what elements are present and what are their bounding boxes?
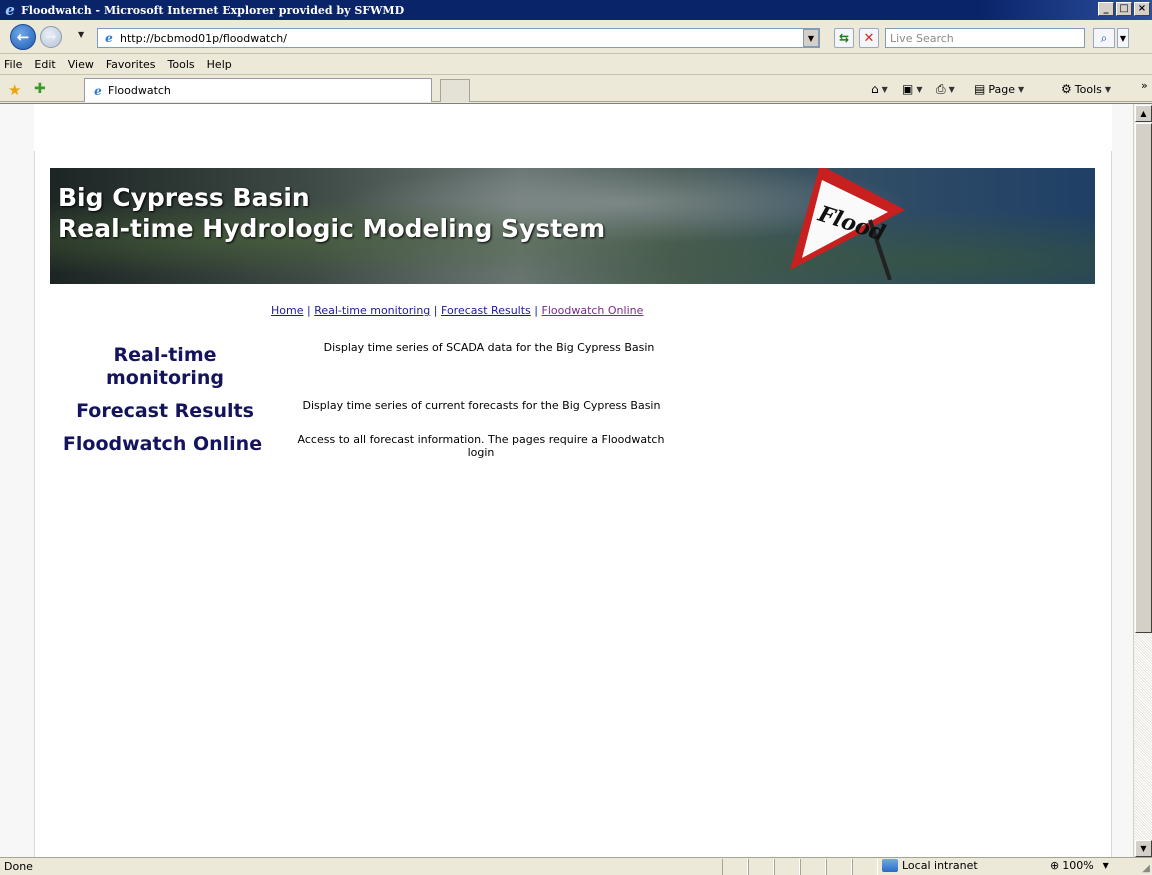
- chevron-down-icon: ▼: [1017, 84, 1025, 94]
- address-field[interactable]: e http://bcbmod01p/floodwatch/: [97, 28, 820, 48]
- section-description-floodwatch: Access to all forecast information. The …: [297, 433, 665, 460]
- print-button[interactable]: ⎙ ▼: [936, 80, 955, 98]
- favorites-center-icon[interactable]: ★: [8, 81, 21, 99]
- status-cell: [800, 859, 826, 875]
- zoom-icon: ⊕: [1050, 859, 1060, 872]
- tab-bar: ★ ✚ e Floodwatch ⌂ ▼ ▣ ▼ ⎙ ▼ ▤ Page ▼ ⚙ Too…: [0, 76, 1152, 102]
- status-cell: [852, 859, 878, 875]
- ie-logo-icon: e: [5, 1, 15, 19]
- status-cell: [826, 859, 852, 875]
- chevron-down-icon: ▼: [948, 84, 955, 94]
- more-commands-button[interactable]: »: [1141, 76, 1148, 94]
- banner-title-line1: Big Cypress Basin: [58, 183, 310, 212]
- section-title-monitoring[interactable]: Real-time monitoring: [90, 344, 240, 390]
- tools-menu-label: Tools: [1074, 82, 1102, 96]
- status-cell: [774, 859, 800, 875]
- scroll-track[interactable]: [1135, 634, 1152, 840]
- address-toolbar: ← → ▼ e http://bcbmod01p/floodwatch/ ▼ ⇆…: [0, 20, 1152, 54]
- zone-label: Local intranet: [902, 859, 978, 872]
- vertical-scrollbar[interactable]: ▲ ▼: [1133, 104, 1152, 858]
- nav-link-forecast[interactable]: Forecast Results: [441, 304, 531, 317]
- status-text: Done: [4, 860, 33, 873]
- zoom-control[interactable]: ⊕ 100% ▼: [1050, 859, 1109, 872]
- page: Big Cypress Basin Real-time Hydrologic M…: [0, 104, 1133, 858]
- scroll-up-icon[interactable]: ▲: [1135, 105, 1152, 122]
- resize-grip-icon[interactable]: ◢: [1142, 863, 1150, 874]
- section-title-floodwatch[interactable]: Floodwatch Online: [55, 433, 270, 456]
- feeds-button[interactable]: ▣ ▼: [902, 80, 923, 98]
- search-icon[interactable]: ⌕: [1093, 28, 1115, 48]
- menu-tools[interactable]: Tools: [168, 58, 195, 71]
- nav-link-monitoring[interactable]: Real-time monitoring: [314, 304, 430, 317]
- search-input[interactable]: Live Search: [885, 28, 1085, 48]
- feeds-icon: ▣: [902, 82, 914, 96]
- nav-link-floodwatch[interactable]: Floodwatch Online: [542, 304, 644, 317]
- home-icon: ⌂: [871, 82, 879, 96]
- page-icon: e: [105, 31, 113, 45]
- content-viewport: Big Cypress Basin Real-time Hydrologic M…: [0, 103, 1152, 858]
- banner-title-line2: Real-time Hydrologic Modeling System: [58, 214, 606, 243]
- status-cell: [722, 859, 748, 875]
- chevron-down-icon: ▼: [1102, 861, 1109, 870]
- section-title-forecast[interactable]: Forecast Results: [60, 400, 270, 423]
- section-description-forecast: Display time series of current forecasts…: [302, 399, 661, 412]
- flood-warning-sign: Flood: [790, 168, 905, 280]
- section-description-monitoring: Display time series of SCADA data for th…: [323, 341, 655, 354]
- menu-help[interactable]: Help: [207, 58, 232, 71]
- zoom-level: 100%: [1062, 859, 1094, 872]
- page-icon: ▤: [974, 82, 986, 96]
- nav-links: Home | Real-time monitoring | Forecast R…: [271, 304, 643, 317]
- nav-separator: |: [433, 304, 438, 317]
- nav-separator: |: [534, 304, 538, 317]
- status-cell: [748, 859, 774, 875]
- minimize-button[interactable]: _: [1098, 2, 1114, 16]
- chevron-down-icon: ▼: [916, 84, 923, 94]
- menu-view[interactable]: View: [68, 58, 94, 71]
- search-placeholder: Live Search: [890, 31, 954, 45]
- window-title-bar: e Floodwatch - Microsoft Internet Explor…: [0, 0, 1152, 20]
- nav-link-home[interactable]: Home: [271, 304, 303, 317]
- menu-bar: File Edit View Favorites Tools Help: [0, 55, 1152, 75]
- menu-favorites[interactable]: Favorites: [106, 58, 156, 71]
- back-button[interactable]: ←: [10, 24, 36, 50]
- new-tab-button[interactable]: [440, 79, 470, 102]
- search-options-dropdown-icon[interactable]: ▼: [1117, 28, 1129, 48]
- close-button[interactable]: ×: [1134, 2, 1150, 16]
- status-bar: Done Local intranet ⊕ 100% ▼ ◢: [0, 857, 1152, 875]
- chevron-down-icon: ▼: [1104, 84, 1112, 94]
- tab-floodwatch[interactable]: e Floodwatch: [84, 78, 432, 102]
- page-menu-button[interactable]: ▤ Page ▼: [974, 80, 1024, 98]
- page-menu-label: Page: [988, 82, 1015, 96]
- home-button[interactable]: ⌂ ▼: [871, 80, 888, 98]
- window-controls: _ □ ×: [1098, 2, 1150, 16]
- maximize-button[interactable]: □: [1116, 2, 1132, 16]
- history-dropdown-icon[interactable]: ▼: [78, 30, 84, 39]
- tab-page-icon: e: [94, 83, 102, 98]
- menu-file[interactable]: File: [4, 58, 22, 71]
- nav-separator: |: [306, 304, 311, 317]
- gear-icon: ⚙: [1061, 82, 1072, 96]
- forward-button[interactable]: →: [40, 26, 62, 48]
- menu-edit[interactable]: Edit: [34, 58, 55, 71]
- page-margin-right: [1112, 104, 1133, 858]
- intranet-icon: [882, 859, 898, 872]
- scroll-thumb[interactable]: [1135, 123, 1152, 633]
- page-margin-left: [0, 104, 34, 858]
- add-favorites-icon[interactable]: ✚: [34, 81, 46, 97]
- stop-icon[interactable]: ✕: [859, 28, 879, 48]
- chevron-down-icon: ▼: [881, 84, 888, 94]
- scroll-down-icon[interactable]: ▼: [1135, 840, 1152, 857]
- print-icon: ⎙: [936, 81, 946, 96]
- security-zone[interactable]: Local intranet: [882, 859, 978, 872]
- tools-menu-button[interactable]: ⚙ Tools ▼: [1061, 80, 1111, 98]
- address-url[interactable]: http://bcbmod01p/floodwatch/: [120, 32, 287, 45]
- refresh-icon[interactable]: ⇆: [834, 28, 854, 48]
- header-banner: Big Cypress Basin Real-time Hydrologic M…: [50, 168, 1095, 284]
- window-title: Floodwatch - Microsoft Internet Explorer…: [21, 3, 405, 17]
- address-dropdown-icon[interactable]: ▼: [803, 29, 819, 47]
- tab-label: Floodwatch: [108, 84, 171, 97]
